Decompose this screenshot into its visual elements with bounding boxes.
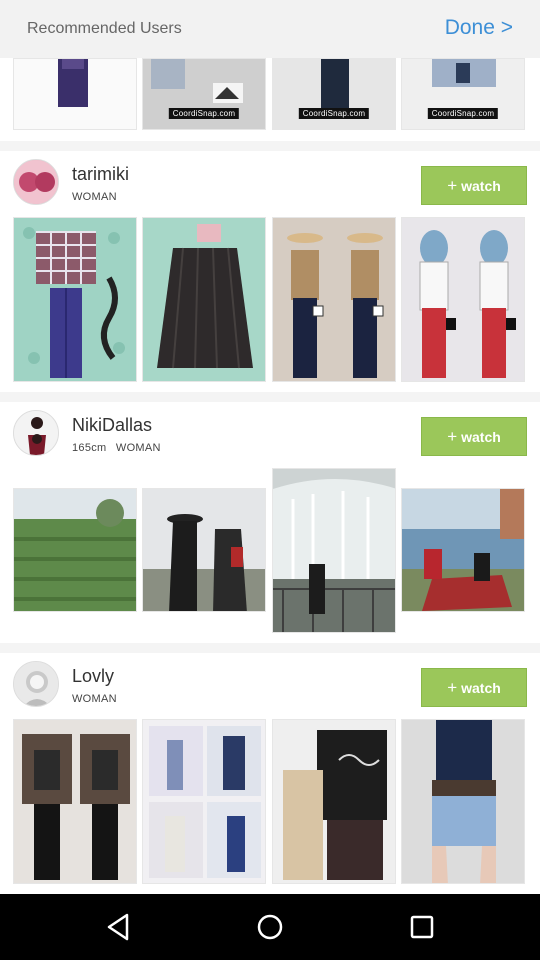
user-meta: 165cm WOMAN xyxy=(72,442,167,454)
photo-thumbnail[interactable]: CoordiSnap.com xyxy=(142,58,266,130)
photo-thumbnail[interactable]: CoordiSnap.com xyxy=(272,58,396,130)
photo-thumbnail[interactable] xyxy=(13,58,137,130)
plus-icon: + xyxy=(447,678,458,697)
watch-button[interactable]: + watch xyxy=(421,417,527,456)
recommended-users-feed[interactable]: CoordiSnap.com CoordiSnap.com CoordiSnap… xyxy=(0,58,540,894)
watch-label: watch xyxy=(461,177,501,194)
header-bar: Recommended Users Done > xyxy=(0,0,540,58)
watch-button[interactable]: + watch xyxy=(421,166,527,205)
back-triangle-icon[interactable] xyxy=(101,911,135,943)
photo-thumbnail[interactable] xyxy=(272,468,396,633)
photo-thumbnail[interactable] xyxy=(142,719,266,884)
photo-thumbnail[interactable] xyxy=(272,719,396,884)
photo-thumbnail[interactable] xyxy=(142,488,266,612)
username[interactable]: tarimiki xyxy=(72,164,129,185)
brand-watermark: CoordiSnap.com xyxy=(427,108,499,119)
user-avatar[interactable] xyxy=(13,661,59,707)
photo-thumbnail[interactable]: CoordiSnap.com xyxy=(401,58,525,130)
user-height: 165cm xyxy=(72,442,107,454)
username[interactable]: NikiDallas xyxy=(72,415,152,436)
watch-label: watch xyxy=(461,428,501,445)
photo-thumbnail[interactable] xyxy=(272,217,396,382)
photo-thumbnail[interactable] xyxy=(13,488,137,612)
user-meta: WOMAN xyxy=(72,191,123,203)
home-circle-icon[interactable] xyxy=(253,911,287,943)
user-gender: WOMAN xyxy=(72,191,117,203)
photo-thumbnail[interactable] xyxy=(13,217,137,382)
user-avatar[interactable] xyxy=(13,159,59,205)
watch-label: watch xyxy=(461,679,501,696)
user-avatar[interactable] xyxy=(13,410,59,456)
username[interactable]: Lovly xyxy=(72,666,114,687)
brand-watermark: CoordiSnap.com xyxy=(168,108,240,119)
page-title: Recommended Users xyxy=(27,20,182,37)
plus-icon: + xyxy=(447,176,458,195)
section-divider xyxy=(0,392,540,402)
watch-button[interactable]: + watch xyxy=(421,668,527,707)
done-button[interactable]: Done > xyxy=(445,16,513,40)
photo-thumbnail[interactable] xyxy=(142,217,266,382)
photo-thumbnail[interactable] xyxy=(401,488,525,612)
section-divider xyxy=(0,141,540,151)
plus-icon: + xyxy=(447,427,458,446)
photo-thumbnail[interactable] xyxy=(401,217,525,382)
brand-watermark: CoordiSnap.com xyxy=(298,108,370,119)
user-gender: WOMAN xyxy=(115,442,161,454)
user-gender: WOMAN xyxy=(72,693,117,705)
system-navigation-bar xyxy=(0,894,540,960)
recents-square-icon[interactable] xyxy=(405,911,439,943)
photo-thumbnail[interactable] xyxy=(401,719,525,884)
section-divider xyxy=(0,643,540,653)
user-meta: WOMAN xyxy=(72,693,123,705)
photo-thumbnail[interactable] xyxy=(13,719,137,884)
